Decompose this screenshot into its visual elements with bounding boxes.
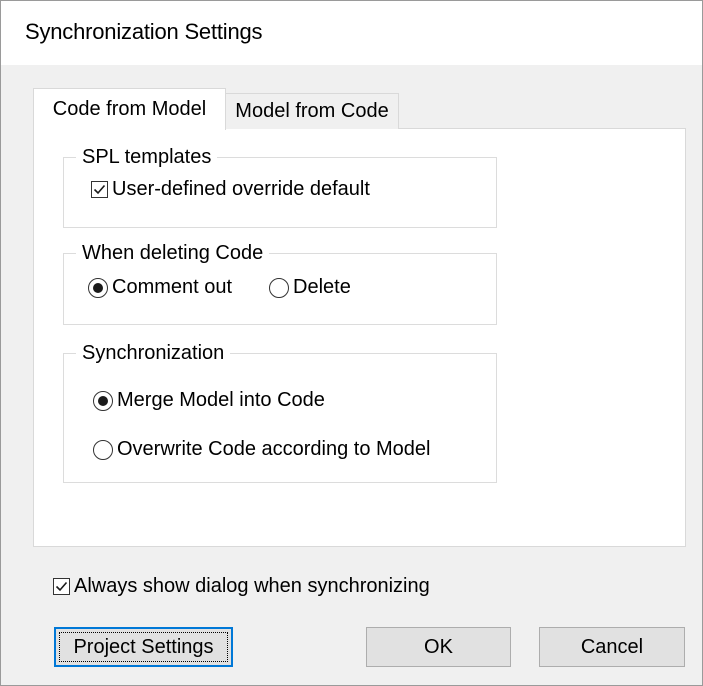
delete-label: Delete [293, 276, 351, 298]
tab-model-from-code-label: Model from Code [235, 100, 389, 122]
synchronization-settings-dialog: Synchronization Settings Code from Model… [0, 0, 703, 686]
tab-code-from-model[interactable]: Code from Model [33, 88, 226, 130]
spl-templates-group: SPL templates User-defined override defa… [63, 144, 497, 228]
ok-button[interactable]: OK [366, 627, 511, 667]
title-bar: Synchronization Settings [1, 1, 702, 65]
tab-model-from-code[interactable]: Model from Code [225, 93, 399, 129]
cancel-button-label: Cancel [580, 635, 644, 658]
ok-button-label: OK [424, 635, 453, 658]
spl-templates-group-label: SPL templates [76, 144, 218, 170]
synchronization-group-label: Synchronization [76, 340, 231, 366]
tab-panel-code-from-model: SPL templates User-defined override defa… [33, 128, 686, 547]
synchronization-group: Synchronization Merge Model into Code Ov… [63, 340, 497, 483]
delete-radio[interactable] [269, 277, 289, 298]
focus-rectangle [59, 632, 228, 662]
merge-model-into-code-label: Merge Model into Code [117, 389, 325, 411]
merge-model-into-code-option[interactable]: Merge Model into Code [93, 389, 325, 412]
delete-option[interactable]: Delete [269, 276, 351, 299]
user-defined-override-label: User-defined override default [112, 178, 370, 200]
overwrite-code-label: Overwrite Code according to Model [117, 438, 431, 460]
merge-model-into-code-radio[interactable] [93, 390, 113, 411]
comment-out-label: Comment out [112, 276, 233, 298]
cancel-button[interactable]: Cancel [539, 627, 685, 667]
dialog-title: Synchronization Settings [25, 19, 263, 44]
user-defined-override-option[interactable]: User-defined override default [91, 178, 370, 201]
checkmark-icon [55, 581, 68, 592]
always-show-dialog-checkbox[interactable] [53, 578, 70, 595]
when-deleting-code-group: When deleting Code Comment out Delete [63, 240, 497, 325]
when-deleting-code-group-label: When deleting Code [76, 240, 270, 266]
overwrite-code-option[interactable]: Overwrite Code according to Model [93, 438, 430, 461]
user-defined-override-checkbox[interactable] [91, 181, 108, 198]
always-show-dialog-label: Always show dialog when synchronizing [74, 575, 430, 597]
project-settings-button[interactable]: Project Settings [54, 627, 233, 667]
always-show-dialog-option[interactable]: Always show dialog when synchronizing [53, 575, 430, 598]
comment-out-radio[interactable] [88, 277, 108, 298]
tab-code-from-model-label: Code from Model [52, 98, 207, 120]
comment-out-option[interactable]: Comment out [88, 276, 232, 299]
checkmark-icon [93, 184, 106, 195]
overwrite-code-radio[interactable] [93, 439, 113, 460]
